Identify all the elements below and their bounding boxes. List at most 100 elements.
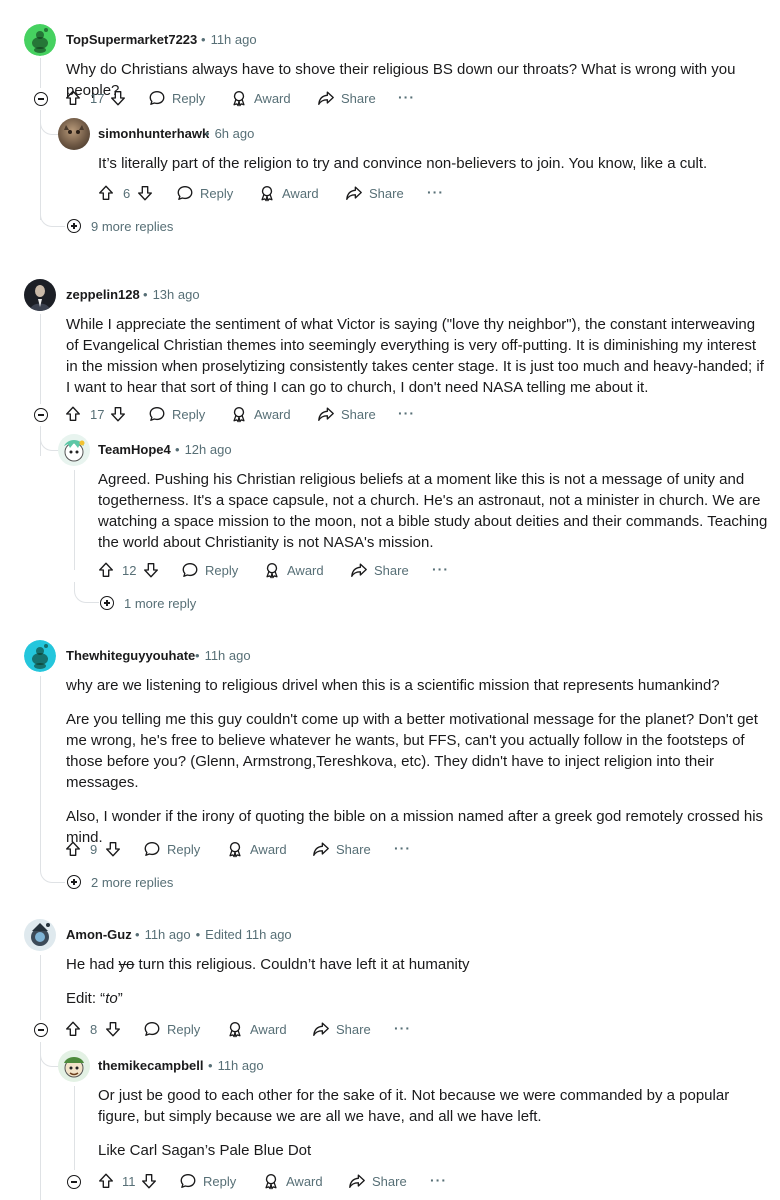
share-button[interactable]: Share <box>345 184 404 202</box>
downvote-icon <box>140 1172 158 1190</box>
reply-label: Reply <box>203 1173 237 1189</box>
reply-icon <box>143 840 161 858</box>
more-options-icon[interactable]: ··· <box>394 840 411 856</box>
downvote-button[interactable] <box>136 184 154 202</box>
thread-elbow <box>40 1042 59 1067</box>
reply-button[interactable]: Reply <box>148 89 205 107</box>
expand-replies-icon[interactable] <box>100 596 114 610</box>
award-button[interactable]: Award <box>258 184 319 202</box>
award-button[interactable]: Award <box>230 405 291 423</box>
more-options-icon[interactable]: ··· <box>430 1172 447 1188</box>
avatar[interactable] <box>24 24 56 56</box>
timestamp: 11h ago <box>144 927 191 942</box>
share-label: Share <box>372 1173 407 1189</box>
timestamp: 11h ago <box>204 648 251 663</box>
collapse-thread-button[interactable] <box>34 92 48 106</box>
award-button[interactable]: Award <box>226 1020 287 1038</box>
downvote-icon <box>104 1020 122 1038</box>
more-replies-link[interactable]: 1 more reply <box>124 596 196 611</box>
comment-paragraph: why are we listening to religious drivel… <box>66 677 720 694</box>
avatar[interactable] <box>58 434 90 466</box>
share-button[interactable]: Share <box>317 405 376 423</box>
vote-count: 17 <box>90 91 105 106</box>
share-icon <box>345 184 363 202</box>
avatar[interactable] <box>24 279 56 311</box>
share-button[interactable]: Share <box>348 1172 407 1190</box>
thread-elbow <box>40 856 65 883</box>
more-options-icon[interactable]: ··· <box>394 1020 411 1036</box>
more-options-icon[interactable]: ··· <box>427 184 444 200</box>
more-options-icon[interactable]: ··· <box>398 89 415 105</box>
username[interactable]: simonhunterhawk <box>98 126 209 141</box>
upvote-button[interactable] <box>64 89 82 107</box>
expand-replies-icon[interactable] <box>67 219 81 233</box>
vote-count: 8 <box>90 1022 98 1037</box>
award-button[interactable]: Award <box>226 840 287 858</box>
upvote-button[interactable] <box>64 405 82 423</box>
username[interactable]: Thewhiteguyyouhate <box>66 648 195 663</box>
collapse-thread-button[interactable] <box>34 1023 48 1037</box>
collapse-thread-button[interactable] <box>34 408 48 422</box>
downvote-icon <box>109 89 127 107</box>
reply-icon <box>179 1172 197 1190</box>
expand-replies-icon[interactable] <box>67 875 81 889</box>
thread-elbow <box>74 582 99 603</box>
downvote-button[interactable] <box>140 1172 158 1190</box>
award-button[interactable]: Award <box>230 89 291 107</box>
avatar[interactable] <box>58 1050 90 1082</box>
upvote-icon <box>64 1020 82 1038</box>
reply-button[interactable]: Reply <box>148 405 205 423</box>
collapse-thread-button[interactable] <box>67 1175 81 1189</box>
downvote-button[interactable] <box>109 89 127 107</box>
reply-icon <box>176 184 194 202</box>
award-button[interactable]: Award <box>263 561 324 579</box>
username[interactable]: TeamHope4 <box>98 442 171 457</box>
downvote-button[interactable] <box>109 405 127 423</box>
upvote-icon <box>64 840 82 858</box>
vote-count: 11 <box>122 1174 136 1189</box>
avatar[interactable] <box>24 919 56 951</box>
more-replies-link[interactable]: 9 more replies <box>91 219 173 234</box>
upvote-button[interactable] <box>97 561 115 579</box>
comment-paragraph: Are you telling me this guy couldn't com… <box>66 711 758 791</box>
upvote-button[interactable] <box>64 1020 82 1038</box>
more-replies-link[interactable]: 2 more replies <box>91 875 173 890</box>
downvote-button[interactable] <box>104 1020 122 1038</box>
reply-button[interactable]: Reply <box>143 1020 200 1038</box>
thread-line <box>74 470 75 570</box>
thread-elbow <box>40 208 65 227</box>
reply-button[interactable]: Reply <box>179 1172 236 1190</box>
downvote-button[interactable] <box>104 840 122 858</box>
username[interactable]: themikecampbell <box>98 1058 204 1073</box>
thread-line <box>74 1086 75 1170</box>
share-button[interactable]: Share <box>350 561 409 579</box>
comment-body: While I appreciate the sentiment of what… <box>66 316 764 396</box>
share-button[interactable]: Share <box>312 840 371 858</box>
more-options-icon[interactable]: ··· <box>432 561 449 577</box>
comment-body: Agreed. Pushing his Christian religious … <box>98 471 768 551</box>
thread-line <box>40 1042 41 1200</box>
reply-button[interactable]: Reply <box>143 840 200 858</box>
comment-paragraph: Or just be good to each other for the sa… <box>98 1087 730 1125</box>
share-label: Share <box>341 90 376 106</box>
share-button[interactable]: Share <box>317 89 376 107</box>
upvote-button[interactable] <box>97 184 115 202</box>
cartoon-avatar-icon <box>64 440 85 462</box>
share-button[interactable]: Share <box>312 1020 371 1038</box>
reply-label: Reply <box>172 406 206 422</box>
more-options-icon[interactable]: ··· <box>398 405 415 421</box>
username[interactable]: zeppelin128 <box>66 287 140 302</box>
reply-button[interactable]: Reply <box>176 184 233 202</box>
avatar[interactable] <box>58 118 90 150</box>
upvote-icon <box>64 89 82 107</box>
username[interactable]: Amon-Guz <box>66 927 132 942</box>
upvote-button[interactable] <box>64 840 82 858</box>
reply-button[interactable]: Reply <box>181 561 238 579</box>
award-button[interactable]: Award <box>262 1172 323 1190</box>
avatar[interactable] <box>24 640 56 672</box>
downvote-button[interactable] <box>142 561 160 579</box>
upvote-button[interactable] <box>97 1172 115 1190</box>
username[interactable]: TopSupermarket7223 <box>66 32 197 47</box>
timestamp: 13h ago <box>152 287 200 302</box>
vote-count: 17 <box>90 407 105 422</box>
